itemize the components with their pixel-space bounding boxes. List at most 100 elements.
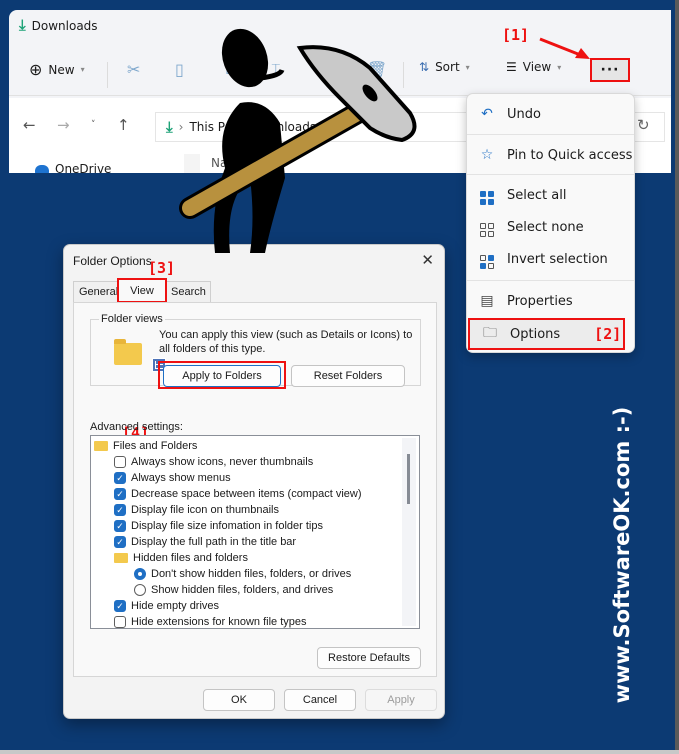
breadcrumb-downloads[interactable]: Downloads	[250, 120, 316, 134]
folder-options-icon: 🗀	[483, 325, 497, 341]
refresh-icon[interactable]: ↻	[637, 116, 650, 134]
share-button[interactable]: ⇗	[321, 60, 334, 79]
menu-item-label: Options	[510, 326, 561, 342]
group-label: Folder views	[99, 313, 165, 325]
annotation-step-3: [3]	[148, 259, 176, 277]
tree-checkbox-option[interactable]: ✓ Display the full path in the title bar	[114, 534, 296, 550]
advanced-settings-tree[interactable]: Files and Folders Always show icons, neve…	[90, 435, 420, 629]
tree-radio-option[interactable]: Show hidden files, folders, and drives	[134, 582, 333, 598]
sidebar-item-onedrive[interactable]: OneDrive	[35, 162, 111, 173]
paste-icon: ▭	[225, 60, 241, 79]
new-button[interactable]: ⊕ New ▾	[29, 60, 85, 79]
delete-button[interactable]: 🗑	[367, 60, 387, 79]
menu-item-label: Invert selection	[507, 251, 608, 267]
radio-button[interactable]	[134, 568, 146, 580]
button-label: Cancel	[302, 694, 338, 706]
view-tab-panel: Folder views You can apply this view (su…	[73, 302, 437, 677]
paste-button[interactable]: ▭	[225, 60, 240, 79]
copy-button[interactable]: ▯	[175, 60, 184, 79]
recent-chevron-icon[interactable]: ˅	[91, 120, 96, 130]
cancel-button[interactable]: Cancel	[284, 689, 356, 711]
menu-item-options[interactable]: 🗀 Options [2]	[468, 318, 625, 350]
menu-item-properties[interactable]: ▤ Properties	[467, 286, 634, 316]
see-more-menu: ↶ Undo ☆ Pin to Quick access Select all …	[466, 93, 635, 353]
tree-checkbox-option[interactable]: ✓ Hide empty drives	[114, 598, 219, 614]
menu-item-invert-selection[interactable]: Invert selection	[467, 244, 634, 274]
checkbox[interactable]	[114, 456, 126, 468]
apply-to-folders-button[interactable]: Apply to Folders	[163, 365, 281, 387]
rename-button[interactable]: ⌶	[271, 60, 281, 80]
back-arrow-icon[interactable]: ←	[23, 116, 36, 134]
folder-icon	[114, 553, 128, 563]
tree-checkbox-option[interactable]: ✓ Display file size infomation in folder …	[114, 518, 323, 534]
view-lines-icon: ☰	[506, 60, 517, 74]
menu-divider	[467, 280, 634, 281]
tree-row-label: Hide extensions for known file types	[131, 616, 307, 628]
tree-row-label: Display file icon on thumbnails	[131, 504, 279, 516]
forward-arrow-icon[interactable]: →	[57, 116, 70, 134]
sort-button[interactable]: ⇅ Sort ▾	[419, 60, 470, 74]
new-label: New	[48, 62, 75, 77]
checkbox[interactable]: ✓	[114, 600, 126, 612]
tree-folder: Files and Folders	[94, 438, 197, 454]
menu-item-label: Undo	[507, 106, 541, 122]
checkbox[interactable]: ✓	[114, 504, 126, 516]
menu-divider	[467, 174, 634, 175]
close-icon[interactable]: ✕	[421, 251, 434, 269]
menu-item-pin-quick-access[interactable]: ☆ Pin to Quick access	[467, 140, 634, 170]
see-more-button[interactable]: ···	[590, 58, 630, 82]
radio-button[interactable]	[134, 584, 146, 596]
reset-folders-button[interactable]: Reset Folders	[291, 365, 405, 387]
checkbox[interactable]: ✓	[114, 520, 126, 532]
scrollbar-thumb[interactable]	[407, 454, 410, 504]
ok-button[interactable]: OK	[203, 689, 275, 711]
tree-row-label: Don't show hidden files, folders, or dri…	[151, 568, 352, 580]
chevron-down-icon: ▾	[465, 62, 470, 72]
folder-icon	[94, 441, 108, 451]
tab-search[interactable]: Search	[165, 281, 211, 302]
tree-row-label: Always show icons, never thumbnails	[131, 456, 314, 468]
restore-defaults-button[interactable]: Restore Defaults	[317, 647, 421, 669]
tree-checkbox-option[interactable]: ✓ Decrease space between items (compact v…	[114, 486, 361, 502]
folder-options-dialog: Folder Options ✕ [3] General Search View…	[63, 244, 445, 719]
tree-checkbox-option[interactable]: Always show icons, never thumbnails	[114, 454, 313, 470]
advanced-settings-label: Advanced settings:	[90, 421, 183, 433]
vertical-scrollbar[interactable]	[402, 438, 416, 626]
checkbox[interactable]: ✓	[114, 536, 126, 548]
up-arrow-icon[interactable]: ↑	[117, 116, 130, 134]
rename-icon: ⌶	[271, 60, 281, 79]
select-all-icon	[479, 185, 495, 205]
annotation-step-2: [2]	[594, 325, 622, 343]
column-header-name[interactable]: Name	[211, 156, 246, 170]
pane-splitter[interactable]	[184, 154, 200, 173]
tree-row-label: Decrease space between items (compact vi…	[131, 488, 362, 500]
tab-general[interactable]: General	[73, 281, 119, 302]
chevron-down-icon: ▾	[80, 65, 85, 74]
menu-item-label: Properties	[507, 293, 573, 309]
cut-button[interactable]: ✂	[127, 60, 140, 79]
tree-checkbox-option[interactable]: ✓ Always show menus	[114, 470, 231, 486]
dialog-title: Folder Options	[73, 254, 152, 268]
checkbox[interactable]: ✓	[114, 488, 126, 500]
menu-item-select-all[interactable]: Select all	[467, 180, 634, 210]
button-label: OK	[231, 694, 247, 706]
plus-circle-icon: ⊕	[29, 60, 43, 79]
checkbox[interactable]: ✓	[114, 472, 126, 484]
breadcrumb-this-pc[interactable]: This PC	[189, 120, 233, 134]
tree-checkbox-option[interactable]: Hide extensions for known file types	[114, 614, 307, 628]
tree-row-label: Always show menus	[131, 472, 231, 484]
tab-view[interactable]: View	[117, 278, 167, 303]
tree-radio-option[interactable]: Don't show hidden files, folders, or dri…	[134, 566, 351, 582]
tab-label: View	[130, 285, 154, 297]
trash-icon: 🗑	[367, 60, 388, 79]
tree-row-label: Hide empty drives	[131, 600, 220, 612]
cloud-icon	[35, 164, 49, 173]
menu-item-undo[interactable]: ↶ Undo	[467, 99, 634, 129]
apply-button[interactable]: Apply	[365, 689, 437, 711]
copy-icon: ▯	[175, 60, 184, 79]
tree-checkbox-option[interactable]: ✓ Display file icon on thumbnails	[114, 502, 279, 518]
checkbox[interactable]	[114, 616, 126, 628]
menu-item-select-none[interactable]: Select none	[467, 212, 634, 242]
tree-row-label: Display the full path in the title bar	[131, 536, 297, 548]
tree-folder: Hidden files and folders	[114, 550, 248, 566]
